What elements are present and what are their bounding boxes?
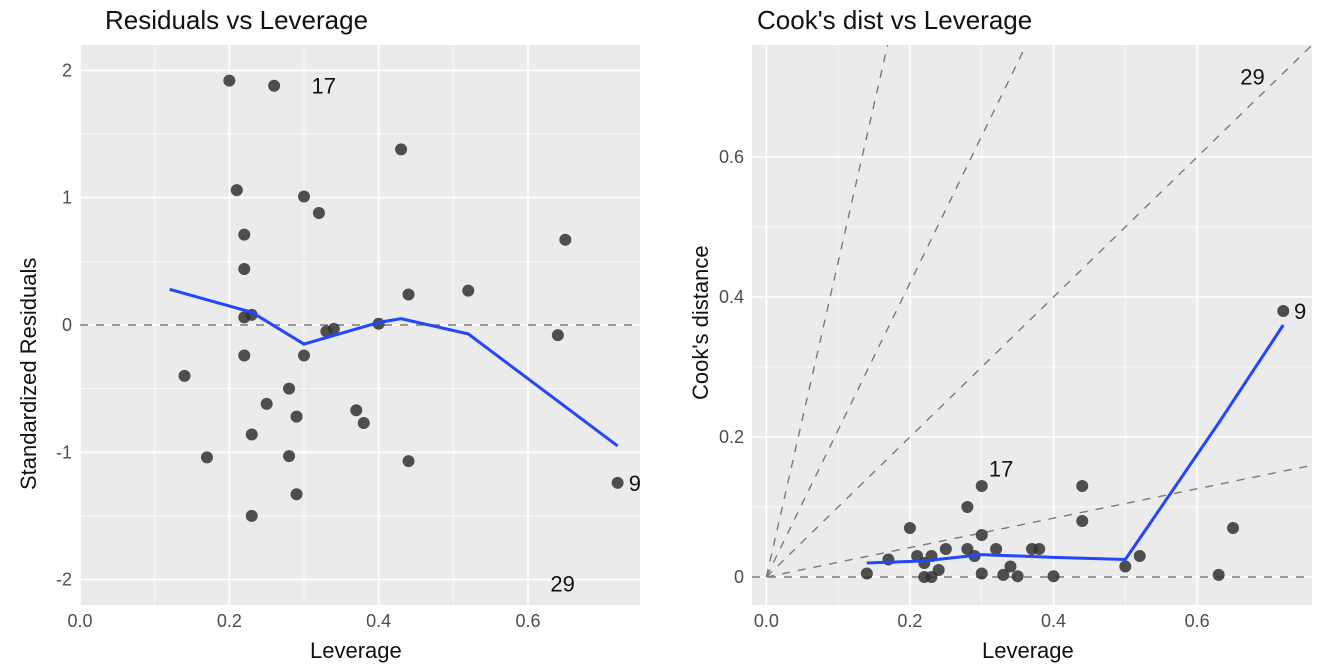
data-point xyxy=(291,488,303,500)
data-point xyxy=(313,207,325,219)
data-point xyxy=(918,557,930,569)
svg-text:0: 0 xyxy=(734,567,744,587)
point-label-17: 17 xyxy=(311,74,335,99)
data-point xyxy=(403,455,415,467)
data-point xyxy=(238,263,250,275)
point-label-29: 29 xyxy=(1240,65,1264,90)
svg-text:0.4: 0.4 xyxy=(366,611,391,631)
point-label-17: 17 xyxy=(989,457,1013,482)
data-point xyxy=(861,568,873,580)
svg-text:0.2: 0.2 xyxy=(719,427,744,447)
data-point xyxy=(462,285,474,297)
svg-text:2: 2 xyxy=(62,60,72,80)
data-point xyxy=(283,383,295,395)
svg-text:-2: -2 xyxy=(56,570,72,590)
svg-text:0.4: 0.4 xyxy=(1041,611,1066,631)
data-point xyxy=(1213,569,1225,581)
right-x-ticks: 0.0 0.2 0.4 0.6 xyxy=(754,611,1210,631)
data-point xyxy=(559,234,571,246)
data-point xyxy=(298,190,310,202)
point-label-9: 9 xyxy=(629,471,641,496)
svg-text:0.2: 0.2 xyxy=(217,611,242,631)
point-label-9: 9 xyxy=(1294,299,1306,324)
data-point xyxy=(179,370,191,382)
svg-text:0.6: 0.6 xyxy=(1185,611,1210,631)
data-point xyxy=(395,143,407,155)
data-point xyxy=(1227,522,1239,534)
right-y-ticks: 0 0.2 0.4 0.6 xyxy=(719,147,744,587)
svg-text:0: 0 xyxy=(62,315,72,335)
data-point xyxy=(261,398,273,410)
svg-text:0.6: 0.6 xyxy=(719,147,744,167)
svg-text:0.0: 0.0 xyxy=(67,611,92,631)
data-point xyxy=(350,404,362,416)
data-point xyxy=(1048,570,1060,582)
data-point xyxy=(246,510,258,522)
data-point xyxy=(612,477,624,489)
data-point xyxy=(238,350,250,362)
svg-text:0.4: 0.4 xyxy=(719,287,744,307)
data-point xyxy=(904,522,916,534)
data-point xyxy=(997,569,1009,581)
data-point xyxy=(1076,480,1088,492)
data-point xyxy=(976,568,988,580)
right-plot: 0.0 0.2 0.4 0.6 0 0.2 0.4 0.6 29 9 17 xyxy=(672,0,1344,672)
point-label-29: 29 xyxy=(550,571,574,596)
data-point xyxy=(291,411,303,423)
data-point xyxy=(283,450,295,462)
figure: Residuals vs Leverage Standardized Resid… xyxy=(0,0,1344,672)
svg-text:0.2: 0.2 xyxy=(897,611,922,631)
svg-text:-1: -1 xyxy=(56,442,72,462)
data-point xyxy=(246,428,258,440)
data-point xyxy=(358,417,370,429)
data-point xyxy=(990,543,1002,555)
data-point xyxy=(231,184,243,196)
right-panel: Cook's dist vs Leverage Cook's distance … xyxy=(672,0,1344,672)
data-point xyxy=(298,350,310,362)
data-point xyxy=(223,75,235,87)
svg-text:0.6: 0.6 xyxy=(515,611,540,631)
data-point xyxy=(403,288,415,300)
data-point xyxy=(940,543,952,555)
data-point xyxy=(1012,570,1024,582)
data-point xyxy=(238,311,250,323)
data-point xyxy=(961,501,973,513)
right-plot-bg xyxy=(752,45,1312,605)
data-point xyxy=(976,480,988,492)
data-point xyxy=(1076,515,1088,527)
data-point xyxy=(238,229,250,241)
left-panel: Residuals vs Leverage Standardized Resid… xyxy=(0,0,672,672)
left-y-ticks: -2 -1 0 1 2 xyxy=(56,60,72,589)
data-point xyxy=(268,80,280,92)
data-point xyxy=(976,529,988,541)
data-point xyxy=(1134,550,1146,562)
data-point xyxy=(1277,305,1289,317)
data-point xyxy=(201,451,213,463)
data-point xyxy=(1033,543,1045,555)
data-point xyxy=(552,329,564,341)
data-point xyxy=(925,571,937,583)
svg-text:1: 1 xyxy=(62,188,72,208)
left-x-ticks: 0.0 0.2 0.4 0.6 xyxy=(67,611,540,631)
svg-text:0.0: 0.0 xyxy=(754,611,779,631)
left-plot: 0.0 0.2 0.4 0.6 -2 -1 0 1 2 17 9 29 xyxy=(0,0,672,672)
data-point xyxy=(1119,561,1131,573)
